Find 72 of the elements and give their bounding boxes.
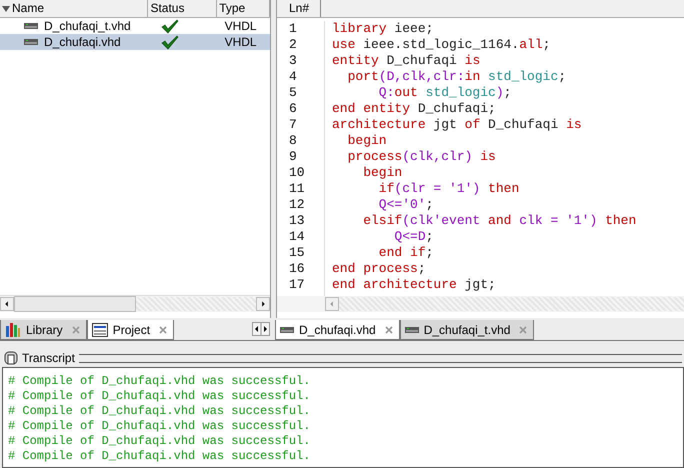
file-icon — [24, 39, 38, 45]
scroll-left-icon[interactable] — [0, 297, 14, 311]
code-line: Q<=D; — [393, 229, 434, 245]
line-number: 12 — [289, 197, 306, 213]
column-header[interactable]: Name — [0, 0, 148, 17]
line-number: 7 — [289, 117, 298, 133]
line-number: 6 — [289, 101, 298, 117]
console-line: # Compile of D_chufaqi.vhd was successful. — [8, 374, 312, 389]
code-line: end if; — [378, 245, 434, 261]
line-number: 4 — [289, 69, 298, 85]
code-line: elsif(clk'event and clk = '1') then — [362, 213, 636, 229]
line-number: 1 — [289, 21, 298, 37]
file-row[interactable]: D_chufaqi.vhd VHDL — [0, 34, 270, 50]
file-icon — [24, 23, 38, 29]
line-number-header: Ln# — [277, 0, 321, 17]
line-number: 3 — [289, 53, 298, 69]
code-line: if(clr = '1') then — [378, 181, 520, 197]
code-line: library ieee; — [332, 21, 434, 37]
console-line: # Compile of D_chufaqi.vhd was successful. — [8, 419, 312, 434]
code-line: Q<='0'; — [378, 197, 434, 213]
line-number: 9 — [289, 149, 298, 165]
file-icon — [404, 326, 419, 332]
file-icon — [280, 326, 294, 332]
panel-title: Transcript — [22, 351, 75, 365]
transcript-icon — [4, 351, 18, 365]
code-line: begin — [362, 165, 404, 181]
code-line: entity D_chufaqi is — [332, 53, 482, 69]
line-number: 11 — [289, 181, 306, 197]
books-icon — [5, 322, 21, 336]
line-number: 13 — [289, 213, 306, 229]
horizontal-scrollbar[interactable] — [277, 296, 684, 312]
code-line: use ieee.std_logic_1164.all; — [332, 37, 552, 53]
tab-scroll-arrows-icon[interactable] — [252, 322, 270, 336]
code-line: process(clk,clr) is — [346, 149, 497, 165]
code-line: end entity D_chufaqi; — [332, 101, 497, 117]
editor-tab[interactable]: D_chufaqi_t.vhd — [400, 320, 534, 340]
code-line: end process; — [332, 261, 427, 277]
code-line: end architecture jgt; — [332, 277, 497, 293]
panel-tab[interactable]: Library — [0, 320, 87, 340]
console-line: # Compile of D_chufaqi.vhd was successful. — [8, 434, 312, 449]
close-icon[interactable] — [519, 326, 528, 334]
code-line: port(D,clk,clr:in std_logic; — [346, 69, 568, 85]
line-number: 14 — [289, 229, 306, 245]
line-number: 5 — [289, 85, 298, 101]
line-number: 8 — [289, 133, 298, 149]
scroll-right-icon[interactable] — [256, 297, 270, 311]
close-icon[interactable] — [72, 326, 80, 334]
code-line: architecture jgt of D_chufaqi is — [332, 117, 583, 133]
column-header[interactable]: Type — [217, 0, 270, 17]
console-line: # Compile of D_chufaqi.vhd was successful. — [8, 389, 312, 404]
editor-tab[interactable]: D_chufaqi.vhd — [275, 320, 400, 340]
file-type: VHDL — [224, 35, 257, 49]
console-line: # Compile of D_chufaqi.vhd was successful. — [8, 404, 312, 419]
line-number: 16 — [289, 261, 306, 277]
line-number: 2 — [289, 37, 298, 53]
code-line: begin — [346, 133, 388, 149]
file-row[interactable]: D_chufaqi_t.vhd VHDL — [0, 18, 270, 34]
project-icon — [92, 322, 108, 336]
panel-tab[interactable]: Project — [86, 320, 174, 340]
close-icon[interactable] — [384, 326, 393, 334]
horizontal-scrollbar[interactable] — [0, 295, 270, 312]
file-type: VHDL — [224, 19, 257, 33]
line-number: 10 — [289, 165, 306, 181]
line-number: 17 — [289, 277, 306, 293]
column-header[interactable]: Status — [148, 0, 218, 17]
file-name: D_chufaqi_t.vhd — [44, 19, 131, 33]
line-number: 15 — [289, 245, 306, 261]
file-name: D_chufaqi.vhd — [44, 35, 121, 49]
close-icon[interactable] — [159, 326, 168, 334]
code-line: Q:out std_logic); — [378, 85, 512, 101]
console-line: # Compile of D_chufaqi.vhd was successful. — [8, 449, 312, 464]
title-bar-grip[interactable] — [78, 354, 682, 362]
